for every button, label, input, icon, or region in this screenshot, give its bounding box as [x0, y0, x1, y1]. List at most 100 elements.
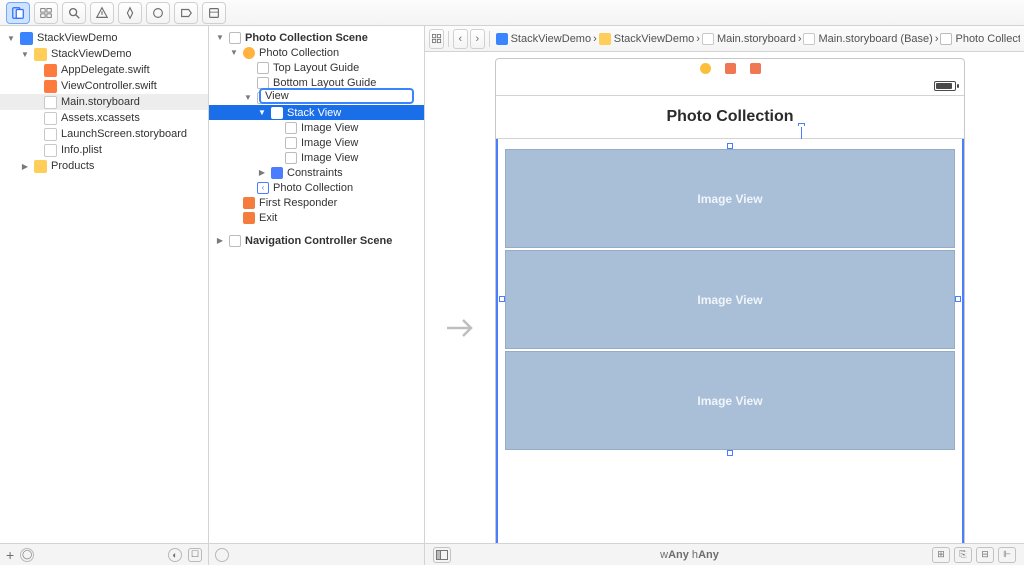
file-appdelegate[interactable]: AppDelegate.swift: [0, 62, 208, 78]
navigator-tab-issues[interactable]: [90, 2, 114, 24]
image-view-1[interactable]: Image View: [505, 149, 955, 248]
item-label: Photo Collection: [273, 182, 353, 194]
history-back-button[interactable]: ‹: [453, 29, 468, 49]
navigation-bar[interactable]: Photo Collection: [496, 95, 964, 139]
selected-view-outline[interactable]: Image View Image View Image View: [496, 139, 964, 543]
resize-handle[interactable]: [727, 143, 733, 149]
group-stackviewdemo[interactable]: ▼ StackViewDemo: [0, 46, 208, 62]
disclosure-triangle-icon[interactable]: ▶: [215, 236, 225, 245]
filter-button[interactable]: [215, 548, 229, 562]
imageview-icon: [285, 137, 297, 149]
resize-handle[interactable]: [727, 450, 733, 456]
disclosure-triangle-icon[interactable]: ▼: [229, 48, 239, 57]
item-label: Image View: [301, 152, 358, 164]
ib-canvas[interactable]: Photo Collection Image View Image View I…: [425, 52, 1024, 543]
add-button[interactable]: +: [6, 547, 14, 563]
rename-input[interactable]: View: [259, 88, 414, 104]
navigator-tab-project[interactable]: [6, 2, 30, 24]
outline-stack-view[interactable]: ▼ Stack View: [209, 105, 424, 120]
scene-dock: [496, 59, 964, 77]
history-forward-button[interactable]: ›: [470, 29, 485, 49]
navigator-filter-bar: + ◯ ◐ ☐: [0, 543, 208, 565]
outline-navigation-item[interactable]: ‹ Photo Collection: [209, 180, 424, 195]
viewcontroller-dock-icon[interactable]: [700, 63, 711, 74]
disclosure-triangle-icon[interactable]: ▼: [215, 33, 225, 42]
scene-navigation-controller[interactable]: ▶ Navigation Controller Scene: [209, 233, 424, 248]
scene-photo-collection[interactable]: ▼ Photo Collection Scene: [209, 30, 424, 45]
navigator-tab-tests[interactable]: [118, 2, 142, 24]
scene-label: Navigation Controller Scene: [245, 235, 392, 247]
file-infoplist[interactable]: Info.plist: [0, 142, 208, 158]
storyboard-file-icon: [44, 128, 57, 141]
resize-handle[interactable]: [955, 296, 961, 302]
outline-image-view-1[interactable]: Image View: [209, 120, 424, 135]
jumpbar-label: StackViewDemo: [614, 33, 695, 45]
file-assets[interactable]: Assets.xcassets: [0, 110, 208, 126]
image-view-label: Image View: [697, 293, 762, 307]
outline-image-view-2[interactable]: Image View: [209, 135, 424, 150]
image-view-label: Image View: [697, 394, 762, 408]
image-view-3[interactable]: Image View: [505, 351, 955, 450]
filter-scm-button[interactable]: ◐: [168, 548, 182, 562]
exit-icon: [243, 212, 255, 224]
item-label: Stack View: [287, 107, 341, 119]
file-launchscreen[interactable]: LaunchScreen.storyboard: [0, 126, 208, 142]
first-responder-dock-icon[interactable]: [725, 63, 736, 74]
jumpbar-segment[interactable]: StackViewDemo: [494, 33, 594, 45]
align-button[interactable]: ⊞: [932, 547, 950, 563]
imageview-icon: [285, 122, 297, 134]
resolve-issues-button[interactable]: ⊟: [976, 547, 994, 563]
outline-constraints[interactable]: ▶ Constraints: [209, 165, 424, 180]
navigation-item-icon: ‹: [257, 182, 269, 194]
imageview-icon: [285, 152, 297, 164]
size-class-control[interactable]: wAny hAny: [451, 549, 928, 561]
outline-first-responder[interactable]: First Responder: [209, 195, 424, 210]
related-items-button[interactable]: [429, 29, 444, 49]
file-label: Info.plist: [61, 144, 102, 156]
file-main-storyboard[interactable]: Main.storyboard: [0, 94, 208, 110]
disclosure-triangle-icon[interactable]: ▼: [243, 93, 253, 102]
jumpbar-segment[interactable]: StackViewDemo: [597, 33, 697, 45]
filter-source-control-button[interactable]: ☐: [188, 548, 202, 562]
simulated-device[interactable]: Photo Collection Image View Image View I…: [495, 58, 965, 543]
outline-exit[interactable]: Exit: [209, 210, 424, 225]
navigator-tab-reports[interactable]: [202, 2, 226, 24]
disclosure-triangle-icon[interactable]: ▼: [20, 50, 30, 59]
exit-dock-icon[interactable]: [750, 63, 761, 74]
xcode-toolbar: [0, 0, 1024, 26]
disclosure-triangle-icon[interactable]: ▼: [6, 34, 16, 43]
outline-top-layout-guide[interactable]: Top Layout Guide: [209, 60, 424, 75]
image-view-2[interactable]: Image View: [505, 250, 955, 349]
jumpbar-segment[interactable]: Main.storyboard (Base): [801, 33, 934, 45]
outline-view-editing[interactable]: ▼ View View: [209, 90, 424, 105]
resize-handle[interactable]: [499, 296, 505, 302]
project-root[interactable]: ▼ StackViewDemo: [0, 30, 208, 46]
navigator-tab-search[interactable]: [62, 2, 86, 24]
jump-bar: ‹ › StackViewDemo›StackViewDemo›Main.sto…: [425, 26, 1024, 52]
interface-builder-editor: ‹ › StackViewDemo›StackViewDemo›Main.sto…: [425, 26, 1024, 565]
filter-recent-button[interactable]: ◯: [20, 548, 34, 562]
resizing-behavior-button[interactable]: ⊩: [998, 547, 1016, 563]
jumpbar-segment[interactable]: Photo Collection Scene: [938, 33, 1020, 45]
disclosure-triangle-icon[interactable]: ▶: [257, 168, 267, 177]
navigator-tab-symbols[interactable]: [34, 2, 58, 24]
file-viewcontroller[interactable]: ViewController.swift: [0, 78, 208, 94]
disclosure-triangle-icon[interactable]: ▼: [257, 108, 267, 117]
outline-viewcontroller[interactable]: ▼ Photo Collection: [209, 45, 424, 60]
document-outline: ▼ Photo Collection Scene ▼ Photo Collect…: [209, 26, 424, 565]
folder-icon: [34, 160, 47, 173]
jumpbar-segment[interactable]: Main.storyboard: [700, 33, 798, 45]
layout-guide-icon: [257, 77, 269, 89]
outline-filter-bar: [209, 543, 424, 565]
stack-view[interactable]: Image View Image View Image View: [505, 149, 955, 450]
outline-image-view-3[interactable]: Image View: [209, 150, 424, 165]
pin-button[interactable]: ⎘: [954, 547, 972, 563]
toggle-outline-button[interactable]: [433, 547, 451, 563]
navigator-tab-debug[interactable]: [146, 2, 170, 24]
disclosure-triangle-icon[interactable]: ▶: [20, 162, 30, 171]
jumpbar-proj-icon: [496, 33, 508, 45]
group-products[interactable]: ▶ Products: [0, 158, 208, 174]
item-label: Image View: [301, 122, 358, 134]
scene-icon: [229, 32, 241, 44]
navigator-tab-breakpoints[interactable]: [174, 2, 198, 24]
